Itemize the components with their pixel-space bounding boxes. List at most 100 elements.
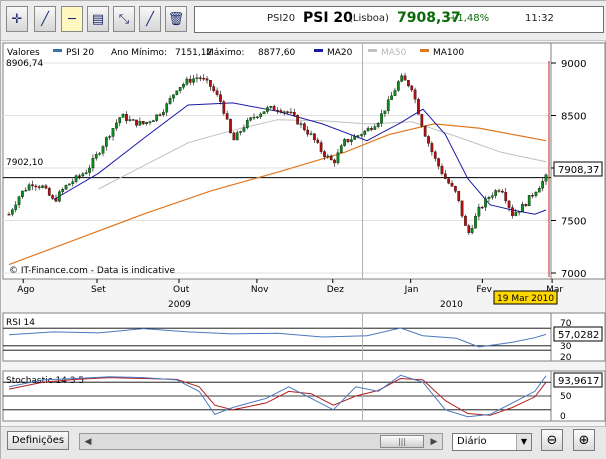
candle-down [7,214,11,216]
candle-up [128,119,132,121]
y-tick-label: 8500 [561,112,586,123]
legend-series: PSI 20 [66,48,94,58]
candle-down [329,155,333,161]
candle-up [514,212,518,216]
legend-ma20: MA20 [327,48,353,58]
candle-up [534,192,538,196]
candle-up [168,98,172,104]
zoom-out-button[interactable]: ⊖ [541,429,563,451]
candle-up [81,173,85,177]
candle-up [235,132,239,141]
trendline-icon[interactable]: ╱ [139,6,161,32]
candle-down [205,78,209,81]
candle-down [454,186,457,192]
horizontal-scrollbar[interactable]: ◀ ||| ▶ [79,433,443,450]
date-tag-text: 19 Mar 2010 [497,294,554,304]
trash-icon[interactable]: 🗑 [165,6,187,32]
rsi-value-tag-text: 57,0282 [558,330,599,341]
candle-up [544,174,548,182]
candle-down [276,110,279,112]
candle-down [279,110,283,113]
candle-down [158,114,162,116]
candle-up [474,216,477,229]
candle-down [511,207,514,216]
last-price-tag-text: 7908,37 [558,165,599,176]
candle-up [111,128,115,137]
candle-down [437,158,440,167]
candle-down [450,183,454,187]
candle-up [74,175,78,182]
candle-down [78,175,81,177]
indicators-icon[interactable]: ▤ [87,6,109,32]
candle-up [27,184,31,191]
candle-down [289,111,293,114]
candle-up [249,117,252,121]
credit-text: © IT-Finance.com - Data is indicative [9,266,176,276]
scroll-left-icon[interactable]: ◀ [80,434,96,449]
candle-down [430,143,434,153]
candle-down [467,225,471,233]
candle-up [41,185,44,188]
candle-up [527,195,531,207]
candle-up [138,121,142,126]
candle-up [145,121,148,125]
candle-up [541,181,544,189]
chart-area[interactable]: 90008500800075007000 Valores PSI 20 Ano … [1,41,606,425]
toolbar: ✛ ╱ ─ ▤ ⤡ ╱ 🗑 PSI20 PSI 20 (Lisboa) 7908… [1,1,606,41]
x-month-label: Dez [327,285,344,295]
scroll-right-icon[interactable]: ▶ [426,434,442,449]
candle-down [440,165,444,174]
crosshair-icon[interactable]: ╱ [34,6,56,32]
legend-ma100-swatch [420,49,429,52]
quote-code: PSI20 [267,13,296,24]
candle-down [323,151,326,157]
quote-time: 11:32 [525,13,554,24]
candle-down [215,90,219,95]
candle-up [185,78,189,85]
candle-up [400,75,404,82]
candle-down [497,190,501,192]
scroll-thumb[interactable]: ||| [380,435,424,448]
candle-down [272,106,276,111]
zoom-icon[interactable]: ⤡ [113,6,135,32]
period-select-value: Diário [457,436,487,447]
candle-down [319,142,323,152]
candle-down [504,192,508,202]
rsi-panel [2,312,552,362]
x-year-label: 2009 [168,300,191,310]
candle-up [363,130,367,135]
candle-down [51,195,54,199]
candle-up [326,155,330,158]
definicoes-button[interactable]: Definições [7,431,69,450]
candle-down [433,151,437,159]
candle-up [71,181,75,185]
horizontal-line-icon[interactable]: ─ [61,6,83,32]
candle-up [376,123,380,127]
legend-series-swatch [53,49,62,52]
candle-down [296,115,299,125]
candle-up [175,90,179,95]
y-tick-label: 9000 [561,59,586,70]
period-select[interactable]: Diário ▼ [452,433,532,451]
candle-down [131,119,135,121]
rsi-ylabel-30: 30 [560,342,572,352]
candle-up [360,134,363,136]
cursor-icon[interactable]: ✛ [6,6,28,32]
legend-ma50: MA50 [381,48,407,58]
candle-down [443,173,447,179]
candle-up [118,117,122,124]
quote-exchange: (Lisboa) [349,13,389,24]
x-month-label: Ago [17,285,35,295]
candle-up [252,116,256,119]
x-month-label: Fev [476,285,492,295]
legend-max-label: Máximo: [206,48,244,58]
candle-down [47,188,51,196]
stochastic-label: Stochastic 14 3 5 [6,376,84,386]
chevron-down-icon[interactable]: ▼ [516,434,531,450]
zoom-in-button[interactable]: ⊕ [573,429,595,451]
candle-up [239,131,242,133]
candle-up [17,196,21,206]
candle-up [162,112,165,115]
candle-down [407,80,410,87]
legend-min-label: Ano Mínimo: [111,48,167,58]
